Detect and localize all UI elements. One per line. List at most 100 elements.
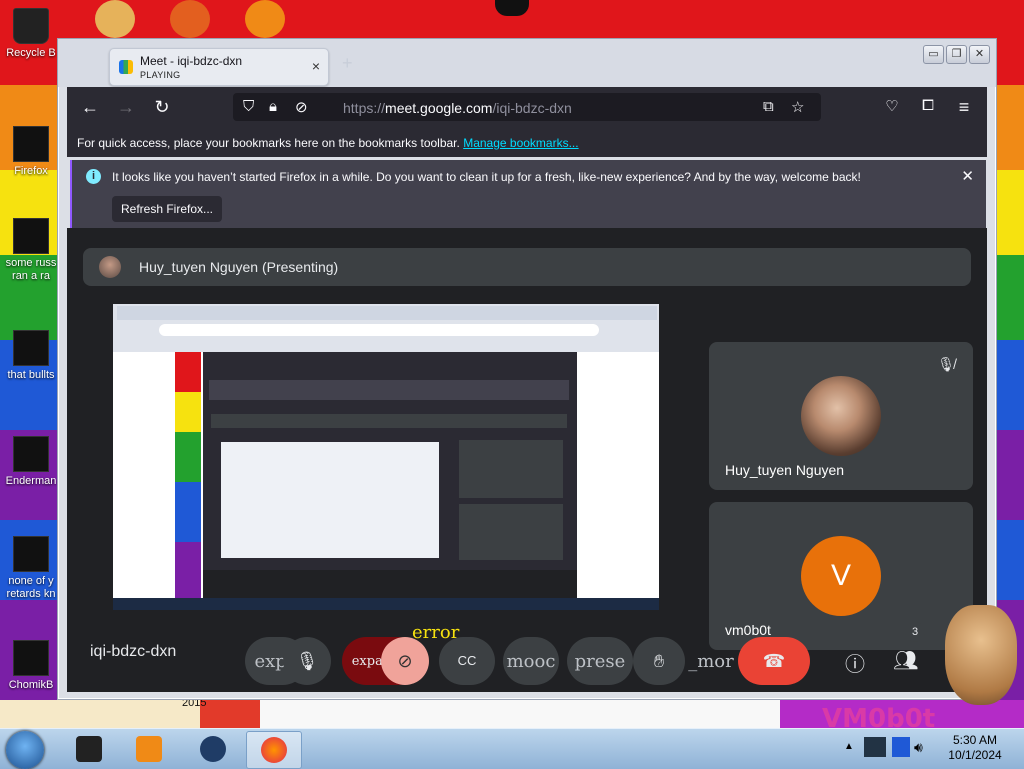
star-icon[interactable]: ☆ [791,98,804,116]
participant-name: Huy_tuyen Nguyen [725,462,845,478]
desktop-icon-firefox[interactable]: Firefox [0,126,62,178]
avatar [801,376,881,456]
desktop-icon-file[interactable]: that bullts [0,330,62,382]
pocket-icon[interactable]: ♡ [881,97,903,115]
refresh-firefox-button[interactable]: Refresh Firefox... [112,196,222,222]
shared-browser-chrome [113,304,659,352]
shared-screen[interactable] [113,304,659,610]
permissions-icon[interactable]: ⊘ [295,98,308,116]
url-bar[interactable]: ⛉ 🔒︎ ⊘ https://meet.google.com/iqi-bdzc-… [233,93,821,121]
wallpaper-figure [495,0,529,16]
new-tab-button[interactable]: + [342,53,353,74]
more-label: mor [697,651,734,672]
url-host: meet.google.com [385,100,493,116]
desktop-icon-label: none of y retards kn [6,575,56,600]
menu-icon[interactable]: ≡ [953,97,975,118]
url-text[interactable]: https://meet.google.com/iqi-bdzc-dxn [343,100,572,116]
meeting-code: iqi-bdzc-dxn [90,643,177,660]
browser-window: Meet - iqi-bdzc-dxn PLAYING × + ▭ ❐ ✕ ← … [57,38,997,700]
meet-control-bar: iqi-bdzc-dxn expa 🎙︎ expaness error ⊘ CC… [67,618,987,692]
start-button[interactable] [6,731,44,769]
reload-icon[interactable]: ↻ [151,97,173,118]
file-icon [13,536,49,572]
avatar [99,256,121,278]
mood-label: mooc [506,651,556,672]
tab-close-icon[interactable]: × [312,58,320,74]
captions-button[interactable]: CC [439,637,495,685]
hamster-sticker [945,605,1017,705]
desktop-icon-peek[interactable] [95,0,135,38]
microphone-button[interactable]: 🎙︎ [283,637,331,685]
volume-icon[interactable]: 🔊︎ [914,739,923,756]
network-icon[interactable] [892,737,910,757]
desktop-icon-label: some russ ran a ra [5,257,57,282]
presenting-label: Huy_tuyen Nguyen (Presenting) [139,259,339,275]
title-bar: Meet - iqi-bdzc-dxn PLAYING × + ▭ ❐ ✕ [58,39,996,87]
taskbar-app[interactable] [62,731,116,767]
clock[interactable]: 5:30 AM 10/1/2024 [940,733,1010,763]
mood-button[interactable]: mooc [503,637,559,685]
desktop-icon-label: Recycle B [6,47,56,59]
raise-hand-icon: ✋︎ [653,651,665,671]
meet-content: Huy_tuyen Nguyen (Presenting) 🎙︎̸ Huy_tu… [67,228,987,692]
desktop-icon-recycle-bin[interactable]: Recycle B [0,8,62,60]
lock-icon[interactable]: 🔒︎ [269,98,277,115]
avatar: V [801,536,881,616]
system-tray[interactable]: ▲ 🔊︎ [844,735,926,763]
people-icon[interactable]: 👥︎ [893,648,918,673]
notice-message: It looks like you haven’t started Firefo… [112,170,861,184]
shared-wallpaper [175,352,201,598]
tray-app-icon[interactable] [864,737,886,757]
media-player-icon [136,736,162,762]
close-icon[interactable]: ✕ [961,167,974,185]
close-window-button[interactable]: ✕ [969,45,990,64]
maximize-button[interactable]: ❐ [946,45,967,64]
file-icon [13,218,49,254]
url-prefix: https:// [343,100,386,116]
present-button[interactable]: prese [567,637,633,685]
raise-hand-button[interactable]: ✋︎ [633,637,685,685]
shared-inner-window [203,352,577,598]
more-options-button[interactable]: _mor [683,637,739,685]
people-count-badge: 3 [905,622,925,642]
info-icon[interactable]: ⓘ [845,648,865,677]
desktop-icon-file[interactable]: none of y retards kn [0,536,62,601]
desktop-icon-label: ChomikB [8,679,54,691]
desktop-icon-label: that bullts [7,369,55,381]
taskbar-app[interactable] [186,731,240,767]
refresh-notice: i It looks like you haven’t started Fire… [70,160,986,228]
participant-tile[interactable]: 🎙︎̸ Huy_tuyen Nguyen [709,342,973,490]
desktop-icon-peek[interactable] [170,0,210,38]
taskbar-firefox[interactable] [246,731,302,769]
clock-time: 5:30 AM [952,733,998,747]
screen-share-icon[interactable]: ⧉ [763,98,774,115]
bookmarks-hint: For quick access, place your bookmarks h… [77,136,579,150]
hangup-icon: ☎︎ [762,651,786,671]
file-icon [13,436,49,472]
desktop-icon-file[interactable]: Enderman [0,436,62,488]
info-icon: i [86,169,101,184]
extensions-icon[interactable]: ⧠ [917,97,939,114]
minimize-button[interactable]: ▭ [923,45,944,64]
shield-icon[interactable]: ⛉ [243,98,254,115]
desktop-icon-label: Enderman [5,475,57,487]
tab-meet[interactable]: Meet - iqi-bdzc-dxn PLAYING × [109,48,329,86]
mic-off-icon: 🎙︎̸ [937,356,955,372]
show-hidden-icons-icon[interactable]: ▲ [844,741,854,752]
desktop-icon-file[interactable]: some russ ran a ra [0,218,62,283]
taskbar-app[interactable] [122,731,176,767]
meet-favicon-icon [119,60,133,74]
taskbar: ▲ 🔊︎ 5:30 AM 10/1/2024 [0,728,1024,769]
back-icon[interactable]: ← [79,97,101,118]
bookmarks-bar: For quick access, place your bookmarks h… [67,127,987,157]
camera-off-icon: ⊘ [397,651,413,671]
camera-off-button[interactable]: ⊘ [381,637,429,685]
leave-call-button[interactable]: ☎︎ [738,637,810,685]
window-controls: ▭ ❐ ✕ [923,45,990,64]
manage-bookmarks-link[interactable]: Manage bookmarks... [463,136,578,150]
desktop-icon-peek[interactable] [245,0,285,38]
bookmarks-hint-text: For quick access, place your bookmarks h… [77,136,460,150]
desktop-icon-file[interactable]: ChomikB [0,640,62,692]
forward-icon[interactable]: → [115,97,137,118]
shared-taskbar [113,598,659,610]
